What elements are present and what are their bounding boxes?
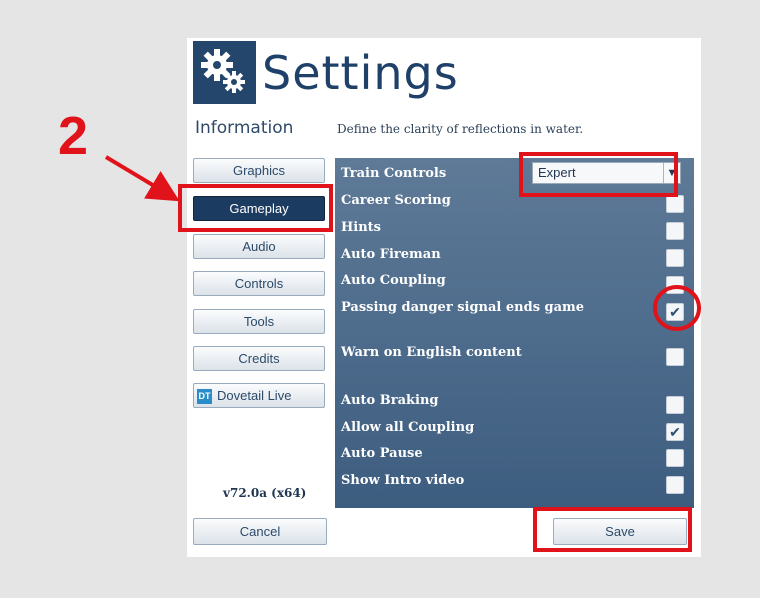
show-intro-video-checkbox[interactable] (666, 476, 684, 494)
checkmark-icon: ✔ (669, 424, 681, 440)
auto-fireman-label: Auto Fireman (341, 247, 441, 262)
career-scoring-checkbox[interactable] (666, 195, 684, 213)
train-controls-label: Train Controls (341, 166, 447, 181)
show-intro-video-label: Show Intro video (341, 473, 465, 488)
page-title: Settings (262, 46, 459, 100)
checkmark-icon: ✔ (669, 304, 681, 320)
auto-pause-checkbox[interactable] (666, 449, 684, 467)
dovetail-live-label: Dovetail Live (217, 388, 292, 403)
allow-all-coupling-checkbox[interactable]: ✔ (666, 423, 684, 441)
nav-tools-button[interactable]: Tools (193, 309, 325, 334)
auto-coupling-checkbox[interactable] (666, 276, 684, 294)
nav-dovetail-live-button[interactable]: DT Dovetail Live (193, 383, 325, 408)
auto-braking-checkbox[interactable] (666, 396, 684, 414)
train-controls-value: Expert (538, 165, 576, 180)
dovetail-live-icon: DT (197, 389, 212, 405)
career-scoring-label: Career Scoring (341, 193, 451, 208)
auto-braking-label: Auto Braking (341, 393, 439, 408)
chevron-down-icon: ▼ (663, 163, 680, 183)
nav-audio-button[interactable]: Audio (193, 234, 325, 259)
gameplay-options-panel: Train Controls Expert ▼ Career Scoring H… (335, 158, 694, 508)
auto-fireman-checkbox[interactable] (666, 249, 684, 267)
auto-coupling-label: Auto Coupling (341, 273, 446, 288)
cancel-button[interactable]: Cancel (193, 518, 327, 545)
annotation-step-number: 2 (58, 106, 89, 166)
nav-graphics-button[interactable]: Graphics (193, 158, 325, 183)
information-label: Information (195, 118, 294, 138)
hints-checkbox[interactable] (666, 222, 684, 240)
save-button[interactable]: Save (553, 518, 687, 545)
settings-window: Settings Information Define the clarity … (187, 38, 701, 557)
warn-english-content-label: Warn on English content (341, 345, 522, 360)
nav-credits-button[interactable]: Credits (193, 346, 325, 371)
allow-all-coupling-label: Allow all Coupling (341, 420, 475, 435)
version-label: v72.0a (x64) (223, 486, 307, 500)
hints-label: Hints (341, 220, 381, 235)
auto-pause-label: Auto Pause (341, 446, 423, 461)
train-controls-dropdown[interactable]: Expert ▼ (532, 162, 681, 184)
nav-gameplay-button[interactable]: Gameplay (193, 196, 325, 221)
setting-description: Define the clarity of reflections in wat… (337, 122, 584, 136)
settings-gears-icon (193, 41, 256, 104)
warn-english-content-checkbox[interactable] (666, 348, 684, 366)
nav-controls-button[interactable]: Controls (193, 271, 325, 296)
passing-danger-signal-label: Passing danger signal ends game (341, 300, 585, 315)
passing-danger-signal-checkbox[interactable]: ✔ (666, 303, 684, 321)
annotation-arrow (104, 155, 180, 202)
